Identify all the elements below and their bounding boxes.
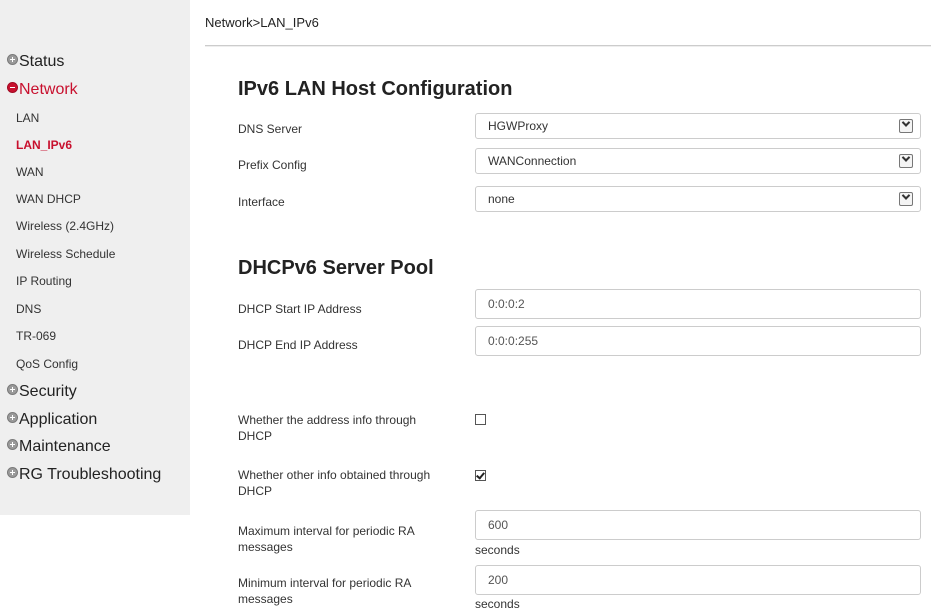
min-ra-label: Minimum interval for periodic RA message… (238, 575, 411, 607)
chevron-down-icon (899, 119, 913, 133)
menu-status[interactable]: Status (7, 52, 64, 72)
sidebar-item-tr069[interactable]: TR-069 (16, 328, 56, 344)
sidebar-item-lan[interactable]: LAN (16, 110, 39, 126)
other-info-checkbox[interactable] (475, 470, 486, 481)
interface-value: none (488, 192, 515, 206)
max-ra-input[interactable]: 600 (475, 510, 921, 540)
min-ra-label-line1: Minimum interval for periodic RA (238, 576, 412, 590)
max-ra-label-line2: messages (238, 540, 293, 554)
max-ra-label: Maximum interval for periodic RA message… (238, 523, 415, 555)
menu-rg-troubleshooting[interactable]: RG Troubleshooting (7, 465, 161, 485)
prefix-config-label: Prefix Config (238, 158, 307, 172)
max-ra-label-line1: Maximum interval for periodic RA (238, 524, 415, 538)
interface-label: Interface (238, 195, 285, 209)
expand-icon (7, 383, 18, 395)
dhcp-end-ip-label: DHCP End IP Address (238, 338, 358, 352)
sidebar-item-qos-config[interactable]: QoS Config (16, 356, 78, 372)
min-ra-unit: seconds (475, 597, 520, 611)
dns-server-label: DNS Server (238, 122, 303, 136)
dns-server-select[interactable]: HGWProxy (475, 113, 921, 139)
sidebar: Status Network LAN LAN_IPv6 WAN WAN DHCP… (0, 0, 190, 515)
dns-server-value: HGWProxy (488, 119, 548, 133)
address-info-label-line1: Whether the address info through (238, 413, 417, 427)
prefix-config-value: WANConnection (488, 154, 577, 168)
menu-security-label: Security (19, 383, 77, 400)
expand-icon (7, 438, 18, 450)
sidebar-item-wireless-schedule[interactable]: Wireless Schedule (16, 246, 115, 262)
menu-security[interactable]: Security (7, 382, 77, 402)
collapse-icon (7, 81, 18, 93)
prefix-config-select[interactable]: WANConnection (475, 148, 921, 174)
other-info-label-line1: Whether other info obtained through (238, 468, 431, 482)
menu-maintenance[interactable]: Maintenance (7, 437, 111, 457)
min-ra-input[interactable]: 200 (475, 565, 921, 595)
sidebar-item-wireless[interactable]: Wireless (2.4GHz) (16, 218, 114, 234)
dhcp-start-ip-input[interactable]: 0:0:0:2 (475, 289, 921, 319)
sidebar-item-lan-ipv6[interactable]: LAN_IPv6 (16, 137, 72, 153)
header-divider (205, 45, 931, 47)
dhcp-end-ip-input[interactable]: 0:0:0:255 (475, 326, 921, 356)
menu-application-label: Application (19, 411, 98, 428)
menu-maintenance-label: Maintenance (19, 438, 111, 455)
other-info-label-line2: DHCP (238, 484, 273, 498)
expand-icon (7, 53, 18, 65)
expand-icon (7, 411, 18, 423)
address-info-label-line2: DHCP (238, 429, 273, 443)
sidebar-item-wan[interactable]: WAN (16, 164, 44, 180)
menu-status-label: Status (19, 53, 65, 70)
menu-network[interactable]: Network (7, 80, 78, 100)
max-ra-unit: seconds (475, 543, 520, 557)
sidebar-item-wan-dhcp[interactable]: WAN DHCP (16, 191, 81, 207)
chevron-down-icon (899, 192, 913, 206)
breadcrumb: Network>LAN_IPv6 (205, 15, 319, 30)
chevron-down-icon (899, 154, 913, 168)
interface-select[interactable]: none (475, 186, 921, 212)
address-info-label: Whether the address info through DHCP (238, 412, 416, 444)
address-info-checkbox[interactable] (475, 414, 486, 425)
other-info-label: Whether other info obtained through DHCP (238, 467, 430, 499)
menu-rg-troubleshooting-label: RG Troubleshooting (19, 466, 162, 483)
host-config-title: IPv6 LAN Host Configuration (238, 78, 513, 100)
expand-icon (7, 466, 18, 478)
dhcp-start-ip-label: DHCP Start IP Address (238, 302, 362, 316)
sidebar-item-ip-routing[interactable]: IP Routing (16, 273, 72, 289)
menu-application[interactable]: Application (7, 410, 97, 430)
server-pool-title: DHCPv6 Server Pool (238, 257, 434, 279)
min-ra-label-line2: messages (238, 592, 293, 606)
menu-network-label: Network (19, 81, 78, 98)
sidebar-item-dns[interactable]: DNS (16, 301, 41, 317)
